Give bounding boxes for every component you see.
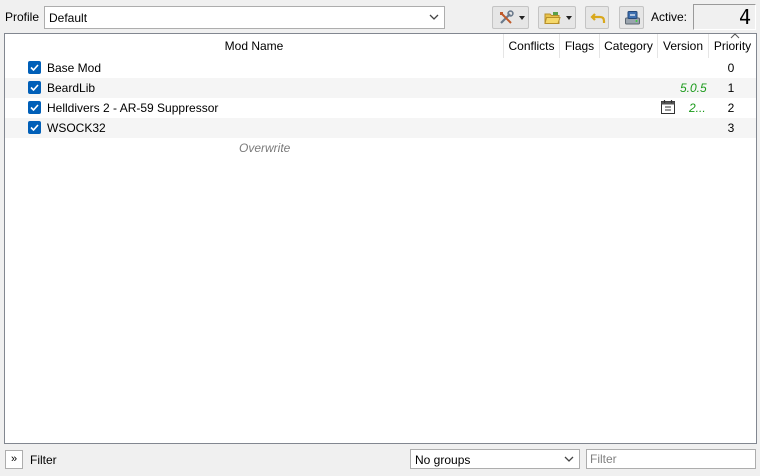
column-header-priority[interactable]: Priority xyxy=(709,34,756,58)
mod-enabled-checkbox[interactable] xyxy=(28,121,41,134)
mod-enabled-checkbox[interactable] xyxy=(28,101,41,114)
active-mod-counter: 4 xyxy=(693,4,756,30)
mod-list-header: Mod Name Conflicts Flags Category Versio… xyxy=(5,33,756,58)
mod-priority: 2 xyxy=(727,101,735,115)
column-header-category[interactable]: Category xyxy=(600,34,658,58)
checkmark-icon xyxy=(30,104,39,111)
filter-input[interactable] xyxy=(586,449,756,469)
mod-name: Helldivers 2 - AR-59 Suppressor xyxy=(47,101,219,115)
chevron-down-icon xyxy=(564,456,574,462)
column-header-flags[interactable]: Flags xyxy=(560,34,600,58)
checkmark-icon xyxy=(30,64,39,71)
bottom-bar: » Filter No groups xyxy=(0,446,760,476)
overwrite-row[interactable]: Overwrite xyxy=(5,138,756,158)
chevron-down-icon xyxy=(429,14,439,20)
mod-name: WSOCK32 xyxy=(47,121,106,135)
tools-icon xyxy=(500,10,514,24)
mod-version: 5.0.5 xyxy=(680,81,707,95)
mod-row[interactable]: Base Mod 0 xyxy=(5,58,756,78)
dropdown-arrow-icon xyxy=(519,16,525,20)
checkmark-icon xyxy=(30,124,39,131)
mod-row[interactable]: BeardLib 5.0.5 1 xyxy=(5,78,756,98)
restore-backup-button[interactable] xyxy=(585,6,609,29)
mod-priority: 3 xyxy=(727,121,735,135)
mod-enabled-checkbox[interactable] xyxy=(28,81,41,94)
mod-row[interactable]: WSOCK32 3 xyxy=(5,118,756,138)
folder-icon xyxy=(544,12,561,24)
active-label: Active: xyxy=(651,10,688,24)
mod-priority: 0 xyxy=(727,61,735,75)
active-count-value: 4 xyxy=(738,5,751,29)
expand-filters-button[interactable]: » xyxy=(5,450,23,469)
tools-menu-button[interactable] xyxy=(492,6,529,29)
toolbar: Profile Default Active: 4 xyxy=(0,0,760,33)
undo-arrow-icon xyxy=(590,13,606,23)
calendar-icon xyxy=(661,100,675,114)
filter-label: Filter xyxy=(30,453,57,467)
column-header-mod-name[interactable]: Mod Name xyxy=(5,34,504,58)
create-backup-button[interactable] xyxy=(619,6,644,29)
mod-priority: 1 xyxy=(727,81,735,95)
backup-drive-icon xyxy=(625,11,640,25)
mod-enabled-checkbox[interactable] xyxy=(28,61,41,74)
mod-name: Base Mod xyxy=(47,61,102,75)
profile-select-value: Default xyxy=(49,11,88,25)
mod-list[interactable]: Mod Name Conflicts Flags Category Versio… xyxy=(4,33,757,444)
mod-version: 2... xyxy=(689,101,706,115)
dropdown-arrow-icon xyxy=(566,16,572,20)
column-header-conflicts[interactable]: Conflicts xyxy=(504,34,560,58)
checkmark-icon xyxy=(30,84,39,91)
profile-select[interactable]: Default xyxy=(44,6,445,29)
mod-row[interactable]: Helldivers 2 - AR-59 Suppressor 2... 2 xyxy=(5,98,756,118)
mod-name: BeardLib xyxy=(47,81,96,95)
groups-select-value: No groups xyxy=(415,453,471,467)
groups-select[interactable]: No groups xyxy=(410,449,580,469)
open-folder-menu-button[interactable] xyxy=(538,6,576,29)
column-header-version[interactable]: Version xyxy=(658,34,709,58)
overwrite-label: Overwrite xyxy=(239,141,291,155)
profile-label: Profile xyxy=(5,10,40,24)
